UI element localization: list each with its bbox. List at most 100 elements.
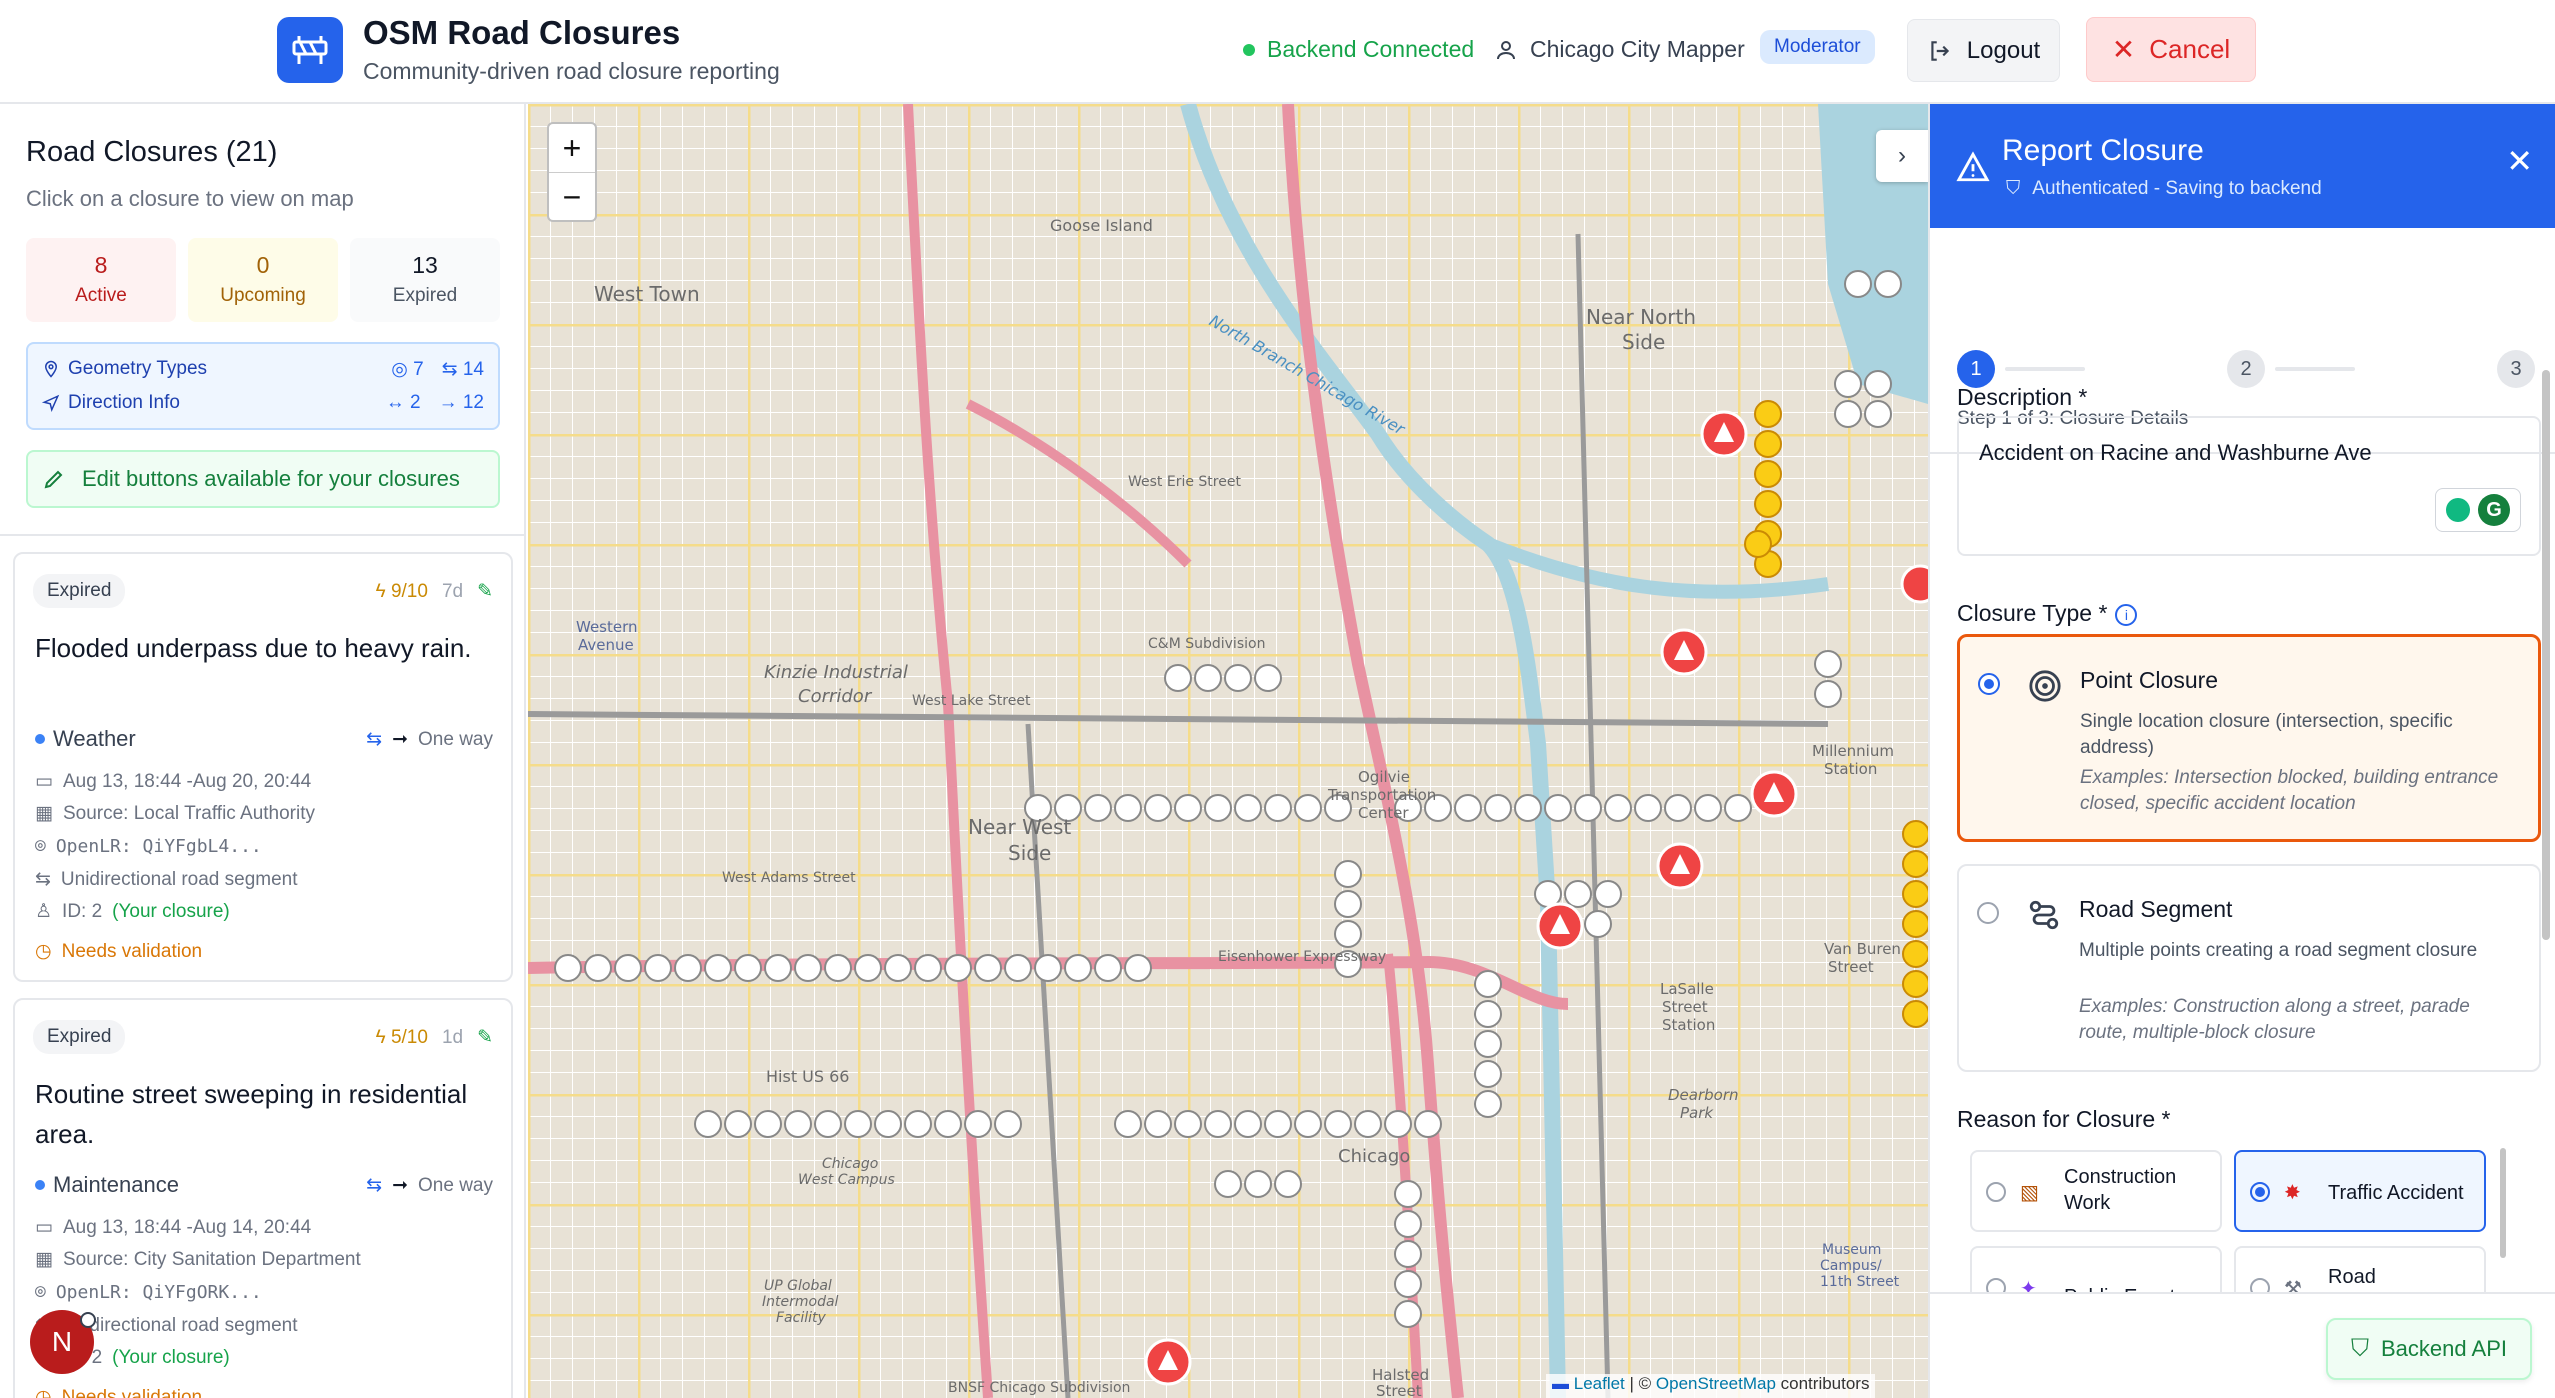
map-label: Kinzie Industrial — [764, 662, 908, 683]
grammarly-icon: G — [2478, 494, 2510, 526]
arrow-right-icon: ➞ — [392, 729, 409, 750]
status-badge: Expired — [33, 574, 126, 608]
closure-title: Flooded underpass due to heavy rain. — [35, 633, 472, 663]
map-label: Van Buren — [1824, 940, 1901, 958]
description-value: Accident on Racine and Washburne Ave — [1979, 440, 2372, 465]
route-icon: ⇆ — [35, 869, 51, 890]
avatar-status-icon — [80, 1312, 96, 1328]
map-label: Goose Island — [1050, 216, 1153, 235]
map-label: Side — [1622, 330, 1665, 354]
panel-scrollbar[interactable] — [2542, 370, 2550, 940]
logout-icon — [1931, 40, 1949, 61]
edit-notice-label: Edit buttons available for your closures — [82, 466, 460, 491]
backend-status: Backend Connected — [1243, 36, 1474, 63]
collision-icon: ✸ — [2284, 1182, 2301, 1204]
closure-card[interactable]: Expired ϟ 9/10 7d ✎ Flooded underpass du… — [13, 552, 513, 982]
direction-info-label: Direction Info — [68, 392, 180, 413]
map-label: Corridor — [798, 686, 873, 707]
description-label: Description * — [1957, 384, 2088, 410]
route-icon: ⇆ — [366, 729, 383, 750]
step-3: 3 — [2497, 350, 2535, 388]
map-label: UP Global — [764, 1278, 832, 1294]
building-icon: ▦ — [35, 1249, 53, 1270]
route-icon — [2029, 900, 2059, 930]
card-meta: ϟ 9/10 7d ✎ — [376, 580, 493, 603]
construction-icon: ▧ — [2020, 1182, 2039, 1204]
zoom-in-button[interactable]: + — [549, 124, 595, 173]
reason-scrollbar[interactable] — [2500, 1148, 2506, 1258]
calendar-icon: ▭ — [35, 771, 53, 792]
map-label: West Adams Street — [722, 870, 856, 886]
oneway-count: → 12 — [438, 392, 484, 413]
step-1: 1 — [1957, 350, 1995, 388]
closure-age: 7d — [441, 580, 464, 602]
shield-check-icon: ⛉ — [2351, 1335, 2369, 1362]
map-label: Center — [1358, 804, 1409, 822]
map-label: West Town — [594, 282, 700, 306]
road-segment-radio[interactable] — [1977, 902, 1999, 924]
reason-construction[interactable]: ▧ Construction Work — [1970, 1150, 2222, 1232]
edit-icon[interactable]: ✎ — [477, 580, 493, 603]
map-label: Museum — [1822, 1242, 1881, 1258]
app-logo — [277, 17, 343, 83]
app-title: OSM Road Closures — [363, 14, 681, 51]
osm-link[interactable]: OpenStreetMap — [1656, 1374, 1776, 1393]
leaflet-link[interactable]: Leaflet — [1574, 1374, 1625, 1393]
backend-api-label: Backend API — [2381, 1336, 2507, 1361]
map-label: C&M Subdivision — [1148, 636, 1265, 652]
stat-upcoming-label: Upcoming — [220, 285, 306, 306]
step-connector — [2005, 367, 2085, 371]
map-label: Millennium — [1812, 742, 1894, 760]
map-label: Hist US 66 — [766, 1067, 849, 1086]
description-input[interactable]: Accident on Racine and Washburne Ave G — [1957, 416, 2541, 556]
road-segment-option[interactable]: Road Segment Multiple points creating a … — [1957, 864, 2541, 1072]
reason-traffic-accident[interactable]: ✸ Traffic Accident — [2234, 1150, 2486, 1232]
point-closure-radio[interactable] — [1978, 673, 2000, 695]
map-attribution: ▬ Leaflet | © OpenStreetMap contributors — [1546, 1374, 1876, 1398]
closure-dates: ▭ Aug 13, 18:44 -Aug 20, 20:44 — [35, 770, 312, 793]
map-label: Campus/ — [1820, 1258, 1882, 1274]
backend-api-badge[interactable]: ⛉ Backend API — [2326, 1318, 2532, 1380]
close-panel-button[interactable]: ✕ — [2506, 142, 2533, 180]
user-icon — [1497, 40, 1515, 59]
map-label: LaSalle — [1660, 980, 1714, 998]
confidence-score: ϟ 5/10 — [375, 1026, 428, 1048]
logout-button[interactable]: Logout — [1907, 19, 2060, 82]
category-dot-icon — [35, 1180, 45, 1190]
closure-category: Maintenance — [35, 1172, 179, 1198]
edit-icon[interactable]: ✎ — [477, 1026, 493, 1049]
map-label: Transportation — [1327, 786, 1436, 804]
calendar-icon: ▭ — [35, 1217, 53, 1238]
clock-icon: ◷ — [35, 1387, 52, 1398]
avatar[interactable]: N — [30, 1310, 96, 1374]
point-closure-option[interactable]: Point Closure Single location closure (i… — [1957, 634, 2541, 842]
reason-construction-label: Construction Work — [2064, 1166, 2177, 1214]
reason-accident-radio[interactable] — [2250, 1182, 2270, 1202]
map-label: Western — [576, 618, 638, 636]
map-canvas[interactable]: West Town Goose Island Near North Side K… — [528, 104, 1928, 1398]
collapse-panel-button[interactable]: › — [1876, 130, 1928, 182]
map-label: 11th Street — [1820, 1274, 1900, 1290]
closures-sidebar: Road Closures (21) Click on a closure to… — [0, 104, 526, 1398]
point-count: ◎ 7 — [391, 359, 424, 380]
cancel-button[interactable]: ✕ Cancel — [2086, 17, 2256, 82]
map-label: Station — [1824, 760, 1877, 778]
zoom-out-button[interactable]: − — [549, 173, 595, 222]
map-pin-icon — [44, 360, 58, 378]
closures-title: Road Closures (21) — [26, 136, 278, 168]
app-subtitle: Community-driven road closure reporting — [363, 58, 780, 84]
user-info: Chicago City Mapper — [1494, 36, 1745, 63]
logout-label: Logout — [1966, 36, 2041, 64]
role-badge: Moderator — [1760, 30, 1875, 64]
edit-notice: Edit buttons available for your closures — [26, 450, 500, 508]
map-label: BNSF Chicago Subdivision — [948, 1380, 1130, 1396]
reason-construction-radio[interactable] — [1986, 1182, 2006, 1202]
status-badge: Expired — [33, 1020, 126, 1054]
map-label: West Lake Street — [912, 693, 1031, 709]
info-icon[interactable]: i — [2115, 603, 2138, 626]
map-label: Street — [1376, 1382, 1422, 1398]
map-label: Chicago — [822, 1156, 878, 1172]
map-label: Near West — [968, 815, 1071, 839]
grammar-widget[interactable]: G — [2435, 488, 2521, 532]
segment-count: ⇆ 14 — [441, 359, 484, 380]
